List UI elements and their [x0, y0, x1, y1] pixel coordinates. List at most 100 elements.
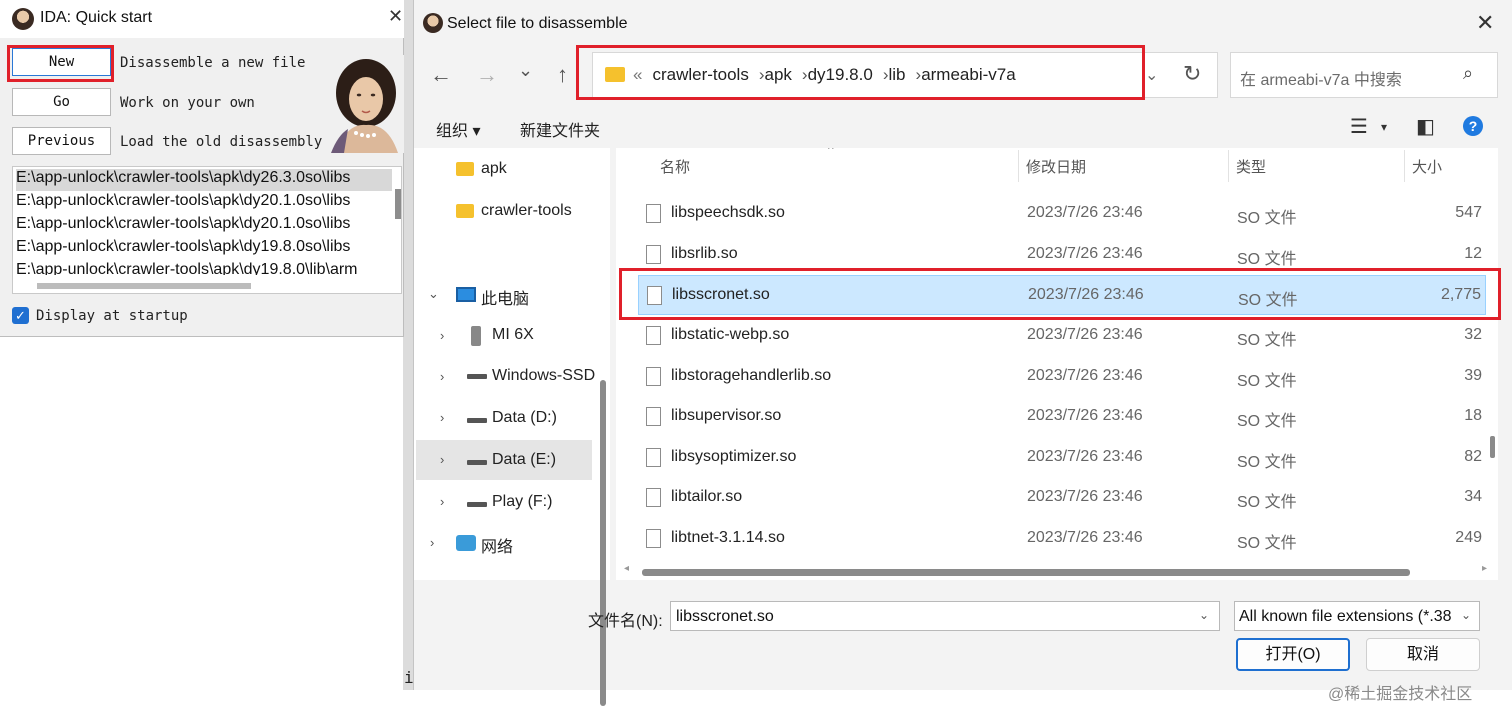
refresh-icon[interactable]: ↻ — [1183, 61, 1201, 87]
back-arrow-icon[interactable]: ← — [430, 62, 452, 88]
select-file-dialog: Select file to disassemble ✕ ← → ⌄ ↑ «cr… — [413, 0, 1512, 706]
expand-chevron-icon[interactable]: › — [440, 410, 444, 425]
file-date: 2023/7/26 23:46 — [1027, 204, 1143, 221]
file-row[interactable]: libspeechsdk.so 2023/7/26 23:46 SO 文件 54… — [638, 194, 1486, 234]
file-icon — [646, 245, 661, 264]
file-row[interactable]: libtailor.so 2023/7/26 23:46 SO 文件 34 — [638, 478, 1486, 518]
chevron-down-icon[interactable]: ⌄ — [1199, 608, 1209, 622]
column-divider[interactable] — [1018, 150, 1019, 182]
file-date: 2023/7/26 23:46 — [1027, 245, 1143, 262]
column-header-size[interactable]: 大小 — [1412, 156, 1442, 177]
previous-button[interactable]: Previous — [12, 127, 111, 155]
file-size: 39 — [1464, 367, 1482, 384]
ida-logo-icon — [423, 13, 443, 33]
ida-close-icon[interactable]: ✕ — [388, 6, 403, 27]
nav-item-windows-ssd[interactable]: Windows-SSD — [492, 367, 595, 385]
file-name: libstoragehandlerlib.so — [671, 367, 832, 384]
file-row[interactable]: libsysoptimizer.so 2023/7/26 23:46 SO 文件… — [638, 438, 1486, 478]
file-row[interactable]: libtnet-3.1.14.so 2023/7/26 23:46 SO 文件 … — [638, 519, 1486, 559]
expand-chevron-icon[interactable]: › — [430, 535, 434, 550]
file-name: libsupervisor.so — [671, 407, 782, 424]
view-options-chevron-icon[interactable]: ▾ — [1381, 120, 1387, 134]
new-folder-button[interactable]: 新建文件夹 — [520, 117, 600, 141]
column-header-name[interactable]: 名称 — [660, 156, 690, 177]
filename-field[interactable]: libsscronet.so ⌄ — [670, 601, 1220, 631]
cancel-button[interactable]: 取消 — [1366, 638, 1480, 671]
file-type: SO 文件 — [1237, 332, 1297, 349]
search-icon[interactable]: ⌕ — [1463, 63, 1473, 84]
filter-value[interactable]: All known file extensions (*.38 — [1239, 608, 1457, 626]
help-icon[interactable]: ? — [1463, 116, 1483, 136]
collapse-chevron-icon[interactable]: ⌄ — [428, 286, 439, 302]
file-size: 32 — [1464, 326, 1482, 343]
nav-item-play-f[interactable]: Play (F:) — [492, 493, 552, 511]
background-strip — [403, 0, 413, 690]
recent-files-list[interactable]: E:\app-unlock\crawler-tools\apk\dy26.3.0… — [12, 166, 402, 294]
address-dropdown-chevron-icon[interactable]: ⌄ — [1145, 65, 1158, 85]
chevron-down-icon[interactable]: ⌄ — [1461, 608, 1471, 622]
file-type: SO 文件 — [1237, 251, 1297, 268]
file-type: SO 文件 — [1237, 413, 1297, 430]
nav-item-apk[interactable]: apk — [481, 160, 507, 178]
file-list-horizontal-scrollbar[interactable] — [642, 569, 1410, 576]
list-item[interactable]: E:\app-unlock\crawler-tools\apk\dy19.8.0… — [16, 238, 350, 260]
up-arrow-icon[interactable]: ↑ — [557, 62, 568, 88]
file-row[interactable]: libsupervisor.so 2023/7/26 23:46 SO 文件 1… — [638, 397, 1486, 437]
expand-chevron-icon[interactable]: › — [440, 328, 444, 343]
pc-icon — [456, 287, 476, 302]
list-item[interactable]: E:\app-unlock\crawler-tools\apk\dy26.3.0… — [16, 169, 392, 191]
horizontal-scrollbar[interactable] — [37, 283, 251, 289]
folder-icon — [456, 204, 474, 218]
file-date: 2023/7/26 23:46 — [1027, 529, 1143, 546]
column-divider[interactable] — [1404, 150, 1405, 182]
open-button[interactable]: 打开(O) — [1236, 638, 1350, 671]
file-icon — [646, 204, 661, 223]
ida-title-bar: IDA: Quick start ✕ — [0, 0, 404, 38]
search-input[interactable]: 在 armeabi-v7a 中搜索 — [1240, 66, 1402, 90]
list-item[interactable]: E:\app-unlock\crawler-tools\apk\dy20.1.0… — [16, 215, 350, 237]
column-header-date[interactable]: 修改日期 — [1026, 156, 1086, 177]
view-options-icon[interactable]: ☰ — [1350, 114, 1368, 139]
file-date: 2023/7/26 23:46 — [1027, 367, 1143, 384]
column-header-type[interactable]: 类型 — [1236, 156, 1266, 177]
organize-menu[interactable]: 组织 ▾ — [436, 117, 480, 141]
file-type-filter[interactable]: All known file extensions (*.38 ⌄ — [1234, 601, 1480, 631]
search-box[interactable]: 在 armeabi-v7a 中搜索 ⌕ — [1230, 52, 1498, 98]
display-at-startup-checkbox[interactable]: ✓ — [12, 307, 29, 324]
vertical-scrollbar[interactable] — [395, 189, 401, 219]
file-list-vertical-scrollbar[interactable] — [1490, 436, 1495, 458]
drive-icon — [467, 374, 487, 379]
file-icon — [646, 407, 661, 426]
nav-item-this-pc[interactable]: 此电脑 — [481, 285, 529, 309]
nav-item-network[interactable]: 网络 — [481, 533, 513, 557]
nav-item-data-e[interactable]: Data (E:) — [492, 451, 556, 469]
file-size: 12 — [1464, 245, 1482, 262]
list-item[interactable]: E:\app-unlock\crawler-tools\apk\dy20.1.0… — [16, 192, 350, 214]
dialog-close-icon[interactable]: ✕ — [1476, 10, 1494, 36]
file-type: SO 文件 — [1237, 454, 1297, 471]
forward-arrow-icon[interactable]: → — [476, 62, 498, 88]
file-icon — [646, 367, 661, 386]
expand-chevron-icon[interactable]: › — [440, 452, 444, 467]
scroll-right-arrow-icon[interactable]: ▸ — [1482, 563, 1487, 574]
list-item[interactable]: E:\app-unlock\crawler-tools\apk\dy19.8.0… — [16, 261, 358, 275]
nav-pane-scrollbar[interactable] — [600, 380, 606, 706]
drive-icon — [467, 502, 487, 507]
display-at-startup-label: Display at startup — [36, 308, 188, 324]
expand-chevron-icon[interactable]: › — [440, 369, 444, 384]
file-row[interactable]: libstatic-webp.so 2023/7/26 23:46 SO 文件 … — [638, 316, 1486, 356]
nav-item-mi6x[interactable]: MI 6X — [492, 326, 534, 344]
file-size: 547 — [1455, 204, 1482, 221]
expand-chevron-icon[interactable]: › — [440, 494, 444, 509]
dialog-title-bar: Select file to disassemble ✕ — [414, 0, 1512, 48]
nav-item-crawler-tools[interactable]: crawler-tools — [481, 202, 572, 220]
file-row[interactable]: libstoragehandlerlib.so 2023/7/26 23:46 … — [638, 357, 1486, 397]
filename-value[interactable]: libsscronet.so — [676, 608, 774, 626]
scroll-left-arrow-icon[interactable]: ◂ — [624, 563, 629, 574]
go-button[interactable]: Go — [12, 88, 111, 116]
file-icon — [646, 448, 661, 467]
preview-pane-icon[interactable]: ◧ — [1416, 114, 1435, 139]
recent-locations-chevron-icon[interactable]: ⌄ — [518, 60, 533, 81]
column-divider[interactable] — [1228, 150, 1229, 182]
nav-item-data-d[interactable]: Data (D:) — [492, 409, 557, 427]
